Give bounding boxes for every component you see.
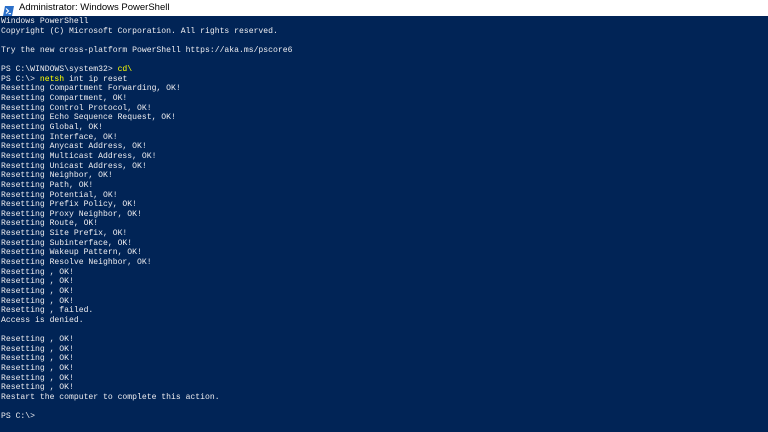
output-line: Resetting Interface, OK! [1,132,118,142]
output-line: Resetting Potential, OK! [1,190,118,200]
output-line: Resetting Site Prefix, OK! [1,229,128,239]
output-line: Restart the computer to complete this ac… [1,392,220,402]
powershell-icon [3,3,14,16]
output-line: Resetting Compartment, OK! [1,94,128,104]
prompt-text: PS C:\WINDOWS\system32> [1,65,118,75]
output-line: Resetting , OK! [1,364,74,374]
output-line: Resetting , OK! [1,296,74,306]
output-line: Resetting Prefix Policy, OK! [1,200,137,210]
output-line: Resetting Multicast Address, OK! [1,151,157,161]
output-line: Resetting , OK! [1,373,74,383]
output-line: Resetting Unicast Address, OK! [1,161,147,171]
output-line: Resetting Proxy Neighbor, OK! [1,209,142,219]
title-bar[interactable]: Administrator: Windows PowerShell [0,0,768,16]
output-line: Resetting , OK! [1,286,74,296]
prompt-line: PS C:\> netsh int ip reset [1,75,768,85]
powershell-window: Administrator: Windows PowerShell Window… [0,0,768,432]
output-line: Resetting Control Protocol, OK! [1,103,152,113]
window-title: Administrator: Windows PowerShell [19,2,170,13]
output-line: Resetting , OK! [1,344,74,354]
output-line: Resetting , OK! [1,267,74,277]
prompt-line: PS C:\> [1,412,768,422]
output-line: Resetting Wakeup Pattern, OK! [1,248,142,258]
output-line: Resetting Compartment Forwarding, OK! [1,84,181,94]
prompt-text: PS C:\> [1,74,40,84]
output-line: Resetting , OK! [1,354,74,364]
output-line: Resetting , failed. [1,306,94,316]
command-args: int ip reset [64,74,128,84]
output-line: Resetting , OK! [1,277,74,287]
output-line: Resetting Route, OK! [1,219,99,229]
output-line: Resetting Resolve Neighbor, OK! [1,258,152,268]
output-line: Resetting Anycast Address, OK! [1,142,147,152]
output-line: Try the new cross-platform PowerShell ht… [1,45,293,55]
output-line: Access is denied. [1,315,84,325]
output-line: Resetting , OK! [1,383,74,393]
prompt-text: PS C:\> [1,412,35,422]
output-line: Resetting Global, OK! [1,123,103,133]
output-line: Resetting , OK! [1,335,74,345]
command-name: netsh [39,74,65,84]
output-line: Resetting Neighbor, OK! [1,171,113,181]
output-line: Resetting Echo Sequence Request, OK! [1,113,176,123]
prompt-line: PS C:\WINDOWS\system32> cd\ [1,65,768,75]
command-name: cd\ [117,65,133,75]
output-line: Copyright (C) Microsoft Corporation. All… [1,26,278,36]
output-line: Windows PowerShell [1,17,89,26]
output-line: Resetting Path, OK! [1,180,94,190]
output-line: Resetting Subinterface, OK! [1,238,133,248]
console-output[interactable]: Windows PowerShell Copyright (C) Microsof… [0,17,768,432]
